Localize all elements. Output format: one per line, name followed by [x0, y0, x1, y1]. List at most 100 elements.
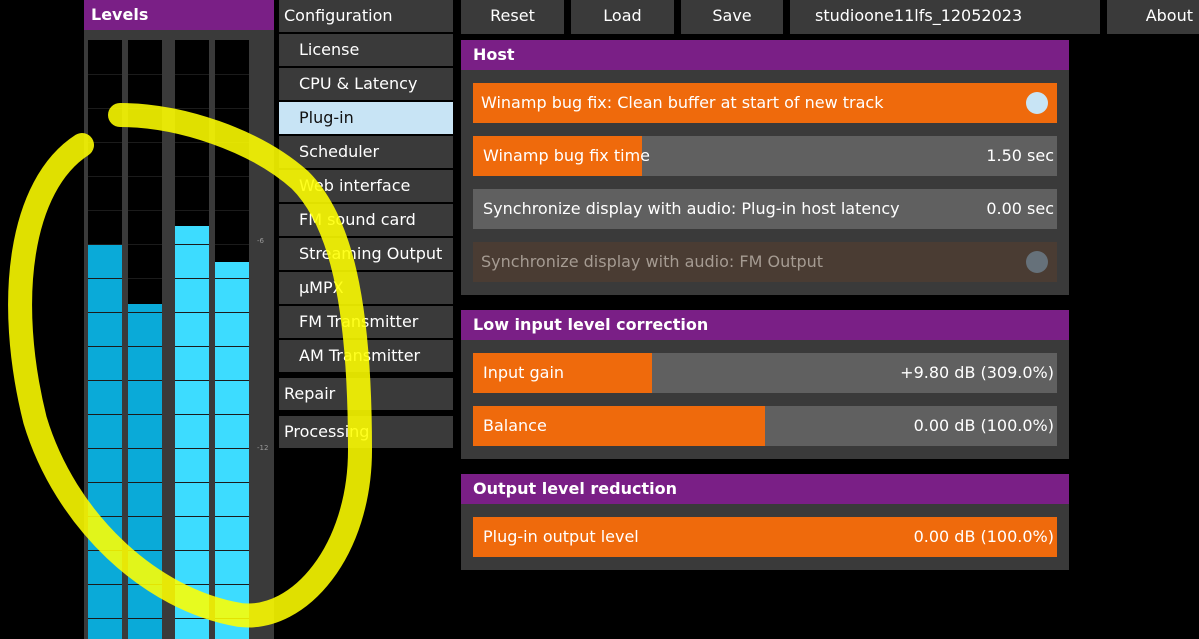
meter-grid-line — [128, 176, 162, 177]
nav-item-streaming-output[interactable]: Streaming Output — [279, 238, 453, 270]
meter-grid-line — [88, 346, 122, 347]
meter-grid-line — [128, 108, 162, 109]
meter-grid-line — [175, 74, 209, 75]
meter-grid-line — [215, 584, 249, 585]
meter-grid-line — [88, 380, 122, 381]
meter-grid-line — [128, 346, 162, 347]
nav-item-fm-transmitter[interactable]: FM Transmitter — [279, 306, 453, 338]
meter-grid-line — [175, 380, 209, 381]
level-meter-1 — [88, 40, 122, 639]
sync-fm-output-label: Synchronize display with audio: FM Outpu… — [481, 252, 824, 271]
balance-label: Balance — [483, 416, 547, 435]
meter-grid-line — [175, 210, 209, 211]
input-gain-label: Input gain — [483, 363, 565, 382]
meter-grid-line — [215, 346, 249, 347]
meter-grid-line — [88, 312, 122, 313]
sync-plugin-latency-slider[interactable]: Synchronize display with audio: Plug-in … — [473, 189, 1057, 229]
input-gain-slider[interactable]: Input gain +9.80 dB (309.0%) — [473, 353, 1057, 393]
meter-grid-line — [88, 210, 122, 211]
nav-item-am-transmitter[interactable]: AM Transmitter — [279, 340, 453, 372]
meter-grid-line — [128, 584, 162, 585]
meter-grid-line — [175, 414, 209, 415]
low-input-section-title: Low input level correction — [461, 310, 1069, 340]
meter-grid-line — [128, 210, 162, 211]
winamp-bug-fix-toggle[interactable] — [1026, 92, 1048, 114]
meter-grid-line — [128, 312, 162, 313]
meter-grid-line — [175, 108, 209, 109]
nav-item-umpx[interactable]: µMPX — [279, 272, 453, 304]
meter-grid-line — [175, 516, 209, 517]
meter-grid-line — [128, 244, 162, 245]
plugin-output-level-slider[interactable]: Plug-in output level 0.00 dB (100.0%) — [473, 517, 1057, 557]
output-section-title: Output level reduction — [461, 474, 1069, 504]
level-meter-fill — [175, 225, 209, 639]
output-section: Output level reduction Plug-in output le… — [461, 474, 1069, 570]
balance-slider[interactable]: Balance 0.00 dB (100.0%) — [473, 406, 1057, 446]
nav-processing[interactable]: Processing — [279, 416, 453, 448]
nav-item-fm-sound-card[interactable]: FM sound card — [279, 204, 453, 236]
load-button[interactable]: Load — [571, 0, 674, 34]
levels-title: Levels — [84, 0, 274, 30]
meter-grid-line — [128, 74, 162, 75]
level-meter-2 — [128, 40, 162, 639]
meter-grid-line — [88, 448, 122, 449]
plugin-output-level-label: Plug-in output level — [483, 527, 639, 546]
nav-item-web-interface[interactable]: Web interface — [279, 170, 453, 202]
nav-item-license[interactable]: License — [279, 34, 453, 66]
reset-button[interactable]: Reset — [461, 0, 564, 34]
meter-grid-line — [215, 618, 249, 619]
winamp-bug-fix-time-label: Winamp bug fix time — [483, 146, 651, 165]
winamp-bug-fix-time-slider[interactable]: Winamp bug fix time 1.50 sec — [473, 136, 1057, 176]
winamp-bug-fix-toggle-row[interactable]: Winamp bug fix: Clean buffer at start of… — [473, 83, 1057, 123]
meter-grid-line — [215, 210, 249, 211]
meter-grid-line — [175, 584, 209, 585]
meter-grid-line — [215, 482, 249, 483]
about-button[interactable]: About — [1107, 0, 1199, 34]
meter-grid-line — [128, 550, 162, 551]
meter-grid-line — [175, 346, 209, 347]
nav-repair[interactable]: Repair — [279, 378, 453, 410]
meter-grid-line — [175, 142, 209, 143]
meter-grid-line — [128, 482, 162, 483]
sync-plugin-latency-label: Synchronize display with audio: Plug-in … — [483, 199, 900, 218]
level-meter-fill — [215, 261, 249, 639]
meter-grid-line — [88, 550, 122, 551]
meter-grid-line — [128, 278, 162, 279]
nav-item-scheduler[interactable]: Scheduler — [279, 136, 453, 168]
nav-configuration[interactable]: Configuration — [279, 0, 453, 32]
nav-item-plug-in[interactable]: Plug-in — [279, 102, 453, 134]
balance-value: 0.00 dB (100.0%) — [913, 416, 1054, 435]
level-meter-4 — [215, 40, 249, 639]
meter-grid-line — [88, 74, 122, 75]
meter-grid-line — [175, 482, 209, 483]
host-section: Host Winamp bug fix: Clean buffer at sta… — [461, 40, 1069, 295]
meter-grid-line — [215, 312, 249, 313]
input-gain-value: +9.80 dB (309.0%) — [900, 363, 1054, 382]
meter-grid-line — [175, 448, 209, 449]
meter-grid-line — [215, 142, 249, 143]
meter-grid-line — [128, 618, 162, 619]
meter-grid-line — [215, 108, 249, 109]
meter-grid-line — [175, 176, 209, 177]
meter-tick-label: -6 — [257, 237, 264, 245]
plugin-output-level-value: 0.00 dB (100.0%) — [913, 527, 1054, 546]
meter-tick-label: -12 — [257, 444, 269, 452]
meter-grid-line — [215, 448, 249, 449]
meter-grid-line — [215, 550, 249, 551]
meter-grid-line — [128, 516, 162, 517]
sync-fm-output-toggle — [1026, 251, 1048, 273]
meter-grid-line — [215, 516, 249, 517]
meter-grid-line — [88, 176, 122, 177]
host-section-title: Host — [461, 40, 1069, 70]
nav-item-cpu-latency[interactable]: CPU & Latency — [279, 68, 453, 100]
meter-grid-line — [88, 108, 122, 109]
preset-name-field[interactable]: studioone11lfs_12052023 — [790, 0, 1100, 34]
save-button[interactable]: Save — [681, 0, 783, 34]
level-meter-fill — [128, 303, 162, 639]
meter-grid-line — [128, 380, 162, 381]
meter-grid-line — [128, 142, 162, 143]
meter-grid-line — [88, 244, 122, 245]
winamp-bug-fix-time-value: 1.50 sec — [986, 146, 1054, 165]
meter-grid-line — [88, 482, 122, 483]
meter-grid-line — [88, 516, 122, 517]
